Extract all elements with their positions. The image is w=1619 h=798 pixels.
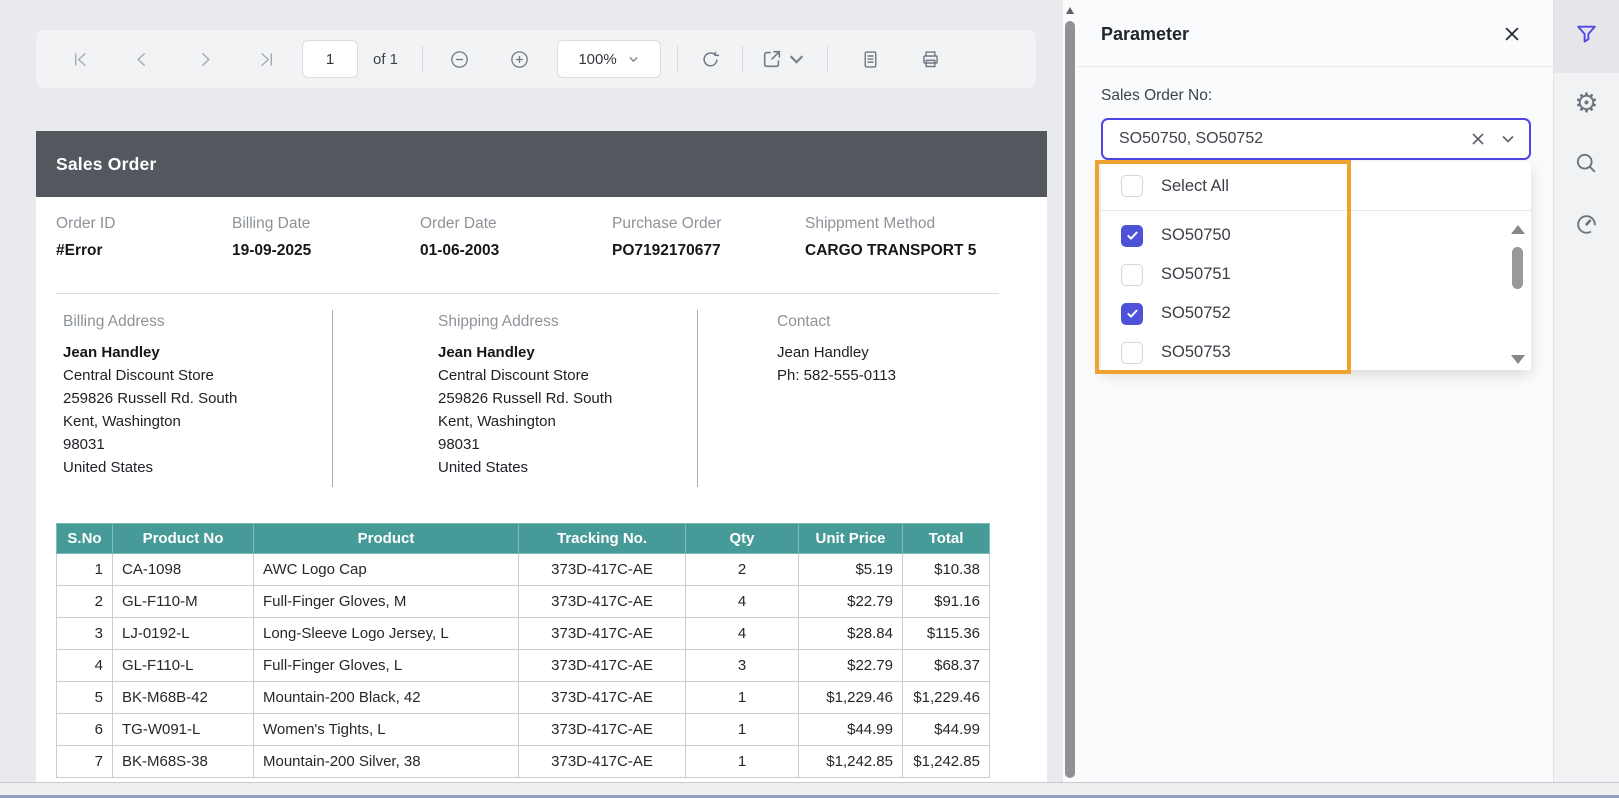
scroll-down-arrow-icon[interactable] <box>1511 355 1525 364</box>
toolbar-separator <box>827 46 828 72</box>
previous-page-button[interactable] <box>128 45 156 73</box>
checkbox-unchecked[interactable] <box>1121 264 1143 286</box>
address-divider <box>332 310 333 487</box>
scrollbar-thumb[interactable] <box>1065 21 1075 778</box>
shipment-method-field: Shippment Method CARGO TRANSPORT 5 <box>805 215 976 260</box>
checkmark-icon <box>1125 306 1140 321</box>
toolbar-separator <box>422 46 423 72</box>
first-page-icon <box>70 49 91 70</box>
toolbar: of 1 100% <box>36 30 1036 88</box>
minus-circle-icon <box>449 49 470 70</box>
next-page-button[interactable] <box>190 45 218 73</box>
order-items-table: S.No Product No Product Tracking No. Qty… <box>56 523 990 778</box>
icon-sidebar: ⚙ <box>1553 0 1619 798</box>
option-SO50752[interactable]: SO50752 <box>1101 294 1531 333</box>
contact-info: Contact Jean Handley Ph: 582-555-0113 <box>777 313 1027 387</box>
dropdown-scrollbar[interactable] <box>1510 217 1526 366</box>
gear-icon: ⚙ <box>1574 90 1598 117</box>
refresh-icon <box>700 49 721 70</box>
table-row: 4 GL-F110-L Full-Finger Gloves, L 373D-4… <box>57 650 990 682</box>
page-count-label: of 1 <box>373 51 398 68</box>
zoom-in-button[interactable] <box>505 45 533 73</box>
sales-order-multiselect-input[interactable]: SO50750, SO50752 <box>1101 118 1531 160</box>
checkbox-checked[interactable] <box>1121 225 1143 247</box>
parameter-field-label: Sales Order No: <box>1101 87 1212 105</box>
filter-icon <box>1574 22 1599 52</box>
sales-order-dropdown-list: Select All SO50750 SO50751 SO50752 <box>1101 162 1531 370</box>
select-all-option[interactable]: Select All <box>1101 162 1531 211</box>
parameter-panel: Parameter Sales Order No: SO50750, SO507… <box>1077 0 1553 782</box>
table-row: 1 CA-1098 AWC Logo Cap 373D-417C-AE 2 $5… <box>57 554 990 586</box>
refresh-button[interactable] <box>696 45 724 73</box>
purchase-order-field: Purchase Order PO7192170677 <box>612 215 721 260</box>
plus-circle-icon <box>509 49 530 70</box>
billing-date-field: Billing Date 19-09-2025 <box>232 215 311 260</box>
table-row: 2 GL-F110-M Full-Finger Gloves, M 373D-4… <box>57 586 990 618</box>
billing-address: Billing Address Jean Handley Central Dis… <box>63 313 313 479</box>
table-row: 6 TG-W091-L Women's Tights, L 373D-417C-… <box>57 714 990 746</box>
chevron-down-icon <box>786 49 807 70</box>
clear-x-icon <box>1470 131 1486 147</box>
order-id-field: Order ID #Error <box>56 215 115 260</box>
first-page-button[interactable] <box>66 45 94 73</box>
close-panel-button[interactable] <box>1499 22 1525 48</box>
settings-button[interactable]: ⚙ <box>1554 88 1619 118</box>
multiselect-value: SO50750, SO50752 <box>1103 130 1463 148</box>
table-row: 7 BK-M68S-38 Mountain-200 Silver, 38 373… <box>57 746 990 778</box>
checkbox-checked[interactable] <box>1121 303 1143 325</box>
export-icon <box>761 48 783 70</box>
zoom-out-button[interactable] <box>445 45 473 73</box>
scroll-up-arrow-icon[interactable] <box>1511 225 1525 234</box>
checkbox-unchecked[interactable] <box>1121 342 1143 364</box>
page-number-input[interactable] <box>302 40 358 78</box>
toolbar-separator <box>742 46 743 72</box>
search-button[interactable] <box>1554 148 1619 178</box>
table-row: 5 BK-M68B-42 Mountain-200 Black, 42 373D… <box>57 682 990 714</box>
chevron-down-icon <box>1500 131 1516 147</box>
zoom-level-select[interactable]: 100% <box>557 40 661 78</box>
report-viewer-area: of 1 100% Sales Order <box>0 0 1064 782</box>
checkmark-icon <box>1125 228 1140 243</box>
table-header-row: S.No Product No Product Tracking No. Qty… <box>57 524 990 554</box>
scrollbar-thumb[interactable] <box>1512 247 1523 289</box>
shipping-address: Shipping Address Jean Handley Central Di… <box>438 313 688 479</box>
option-list: SO50750 SO50751 SO50752 SO50753 <box>1101 211 1531 372</box>
document-icon <box>860 49 881 70</box>
table-row: 3 LJ-0192-L Long-Sleeve Logo Jersey, L 3… <box>57 618 990 650</box>
gauge-icon <box>1574 212 1599 237</box>
option-SO50750[interactable]: SO50750 <box>1101 216 1531 255</box>
order-date-field: Order Date 01-06-2003 <box>420 215 499 260</box>
print-button[interactable] <box>916 45 944 73</box>
zoom-level-value: 100% <box>578 51 616 68</box>
section-divider <box>56 293 999 294</box>
option-SO50751[interactable]: SO50751 <box>1101 255 1531 294</box>
last-page-icon <box>256 49 277 70</box>
chevron-left-icon <box>132 49 153 70</box>
performance-button[interactable] <box>1554 209 1619 239</box>
report-title: Sales Order <box>56 154 156 175</box>
address-divider <box>697 310 698 487</box>
option-SO50753[interactable]: SO50753 <box>1101 333 1531 372</box>
parameter-panel-header: Parameter <box>1077 0 1553 67</box>
panel-title: Parameter <box>1101 24 1189 45</box>
parameters-tab-active[interactable] <box>1554 0 1619 73</box>
report-title-band: Sales Order <box>36 131 1047 197</box>
page-setup-button[interactable] <box>856 45 884 73</box>
export-button[interactable] <box>761 45 807 73</box>
dropdown-toggle-button[interactable] <box>1493 124 1523 154</box>
chevron-right-icon <box>194 49 215 70</box>
toolbar-separator <box>677 46 678 72</box>
report-page: Sales Order Order ID #Error Billing Date… <box>36 131 1047 782</box>
select-all-checkbox[interactable] <box>1121 175 1143 197</box>
scroll-up-arrow-icon[interactable] <box>1066 7 1074 14</box>
last-page-button[interactable] <box>252 45 280 73</box>
search-icon <box>1574 151 1599 176</box>
horizontal-scrollbar-track[interactable] <box>0 782 1619 798</box>
viewer-vertical-scrollbar[interactable] <box>1063 0 1077 782</box>
clear-selection-button[interactable] <box>1463 124 1493 154</box>
close-icon <box>1502 24 1522 44</box>
print-icon <box>920 49 941 70</box>
chevron-down-icon <box>627 53 640 66</box>
